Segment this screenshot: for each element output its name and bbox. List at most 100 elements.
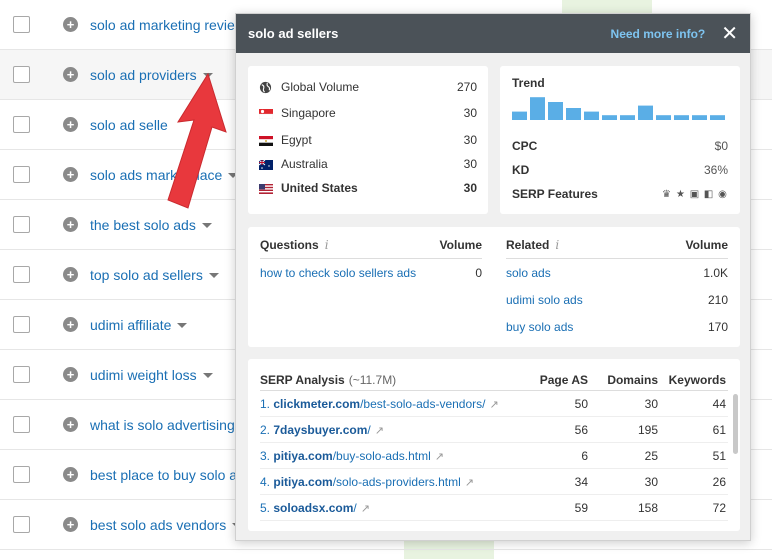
row-checkbox[interactable] bbox=[13, 166, 30, 183]
trend-bar bbox=[566, 108, 581, 120]
serp-domains: 30 bbox=[644, 474, 658, 489]
keyword-link[interactable]: solo ad marketing revie bbox=[90, 17, 235, 33]
serp-url-link[interactable]: 5. soloadsx.com/ bbox=[260, 501, 357, 515]
questions-section: Questions i Volume how to check solo sel… bbox=[260, 237, 482, 340]
serp-url-link[interactable]: 2. 7daysbuyer.com/ bbox=[260, 423, 371, 437]
keyword-link[interactable]: best place to buy solo a bbox=[90, 467, 237, 483]
popup-header: solo ad sellers Need more info? ✕ bbox=[236, 14, 750, 53]
image-icon: ◧ bbox=[703, 188, 714, 200]
add-icon[interactable]: + bbox=[63, 217, 78, 232]
keyword-link[interactable]: top solo ad sellers bbox=[90, 267, 219, 283]
trend-bar bbox=[584, 111, 599, 120]
row-checkbox[interactable] bbox=[13, 16, 30, 33]
add-icon[interactable]: + bbox=[63, 417, 78, 432]
add-icon[interactable]: + bbox=[63, 517, 78, 532]
related-section: Related i Volume solo ads 1.0K udimi solo … bbox=[506, 237, 728, 340]
related-link[interactable]: buy solo ads bbox=[506, 320, 573, 334]
add-icon[interactable]: + bbox=[63, 467, 78, 482]
trend-chart bbox=[512, 97, 725, 120]
serp-url-link[interactable]: 4. pitiya.com/solo-ads-providers.html bbox=[260, 475, 461, 489]
row-checkbox[interactable] bbox=[13, 216, 30, 233]
country-name: Singapore bbox=[281, 106, 336, 120]
serp-domains: 158 bbox=[637, 500, 658, 515]
serp-path: /solo-ads-providers.html bbox=[332, 474, 461, 489]
keyword-link[interactable]: the best solo ads bbox=[90, 217, 212, 233]
row-checkbox[interactable] bbox=[13, 366, 30, 383]
chevron-down-icon[interactable] bbox=[202, 373, 213, 379]
play-icon: ◉ bbox=[718, 188, 727, 200]
global-volume-row: Global Volume 270 bbox=[259, 76, 477, 98]
country-volume-row: Australia 30 bbox=[258, 152, 477, 176]
add-icon[interactable]: + bbox=[63, 67, 78, 82]
keyword-overview-popup: solo ad sellers Need more info? ✕ Global… bbox=[235, 13, 751, 541]
related-row: solo ads 1.0K bbox=[506, 259, 728, 286]
info-icon[interactable]: i bbox=[555, 238, 559, 252]
add-icon[interactable]: + bbox=[63, 17, 78, 32]
add-icon[interactable]: + bbox=[63, 267, 78, 282]
country-name: United States bbox=[281, 181, 358, 195]
questions-volume-header: Volume bbox=[439, 238, 482, 252]
country-volume: 30 bbox=[463, 133, 477, 147]
close-icon[interactable]: ✕ bbox=[721, 24, 738, 44]
keyword-link[interactable]: what is solo advertising bbox=[90, 417, 235, 433]
row-checkbox[interactable] bbox=[13, 116, 30, 133]
chevron-down-icon[interactable] bbox=[177, 323, 188, 329]
external-link-icon[interactable]: ↗ bbox=[361, 503, 370, 515]
questions-label: Questions bbox=[260, 238, 319, 252]
related-volume: 170 bbox=[707, 319, 728, 334]
row-checkbox[interactable] bbox=[13, 516, 30, 533]
serp-row: 2. 7daysbuyer.com/ ↗ 56 195 61 bbox=[260, 417, 728, 443]
serp-domain: pitiya.com bbox=[273, 448, 333, 463]
serp-rank: 3. bbox=[260, 448, 271, 463]
row-checkbox[interactable] bbox=[13, 416, 30, 433]
country-volume-row: Singapore 30 bbox=[258, 102, 477, 124]
external-link-icon[interactable]: ↗ bbox=[465, 477, 474, 489]
info-icon[interactable]: i bbox=[325, 238, 329, 252]
question-link[interactable]: how to check solo sellers ads bbox=[260, 266, 416, 280]
serp-keywords: 72 bbox=[712, 500, 726, 515]
add-icon[interactable]: + bbox=[63, 117, 78, 132]
country-name: Australia bbox=[281, 157, 328, 171]
row-checkbox[interactable] bbox=[13, 466, 30, 483]
serp-domain: clickmeter.com bbox=[273, 396, 361, 411]
global-volume-value: 270 bbox=[456, 80, 477, 94]
keyword-link[interactable]: udimi weight loss bbox=[90, 367, 213, 383]
add-icon[interactable]: + bbox=[63, 367, 78, 382]
external-link-icon[interactable]: ↗ bbox=[375, 425, 384, 437]
serp-page-as: 59 bbox=[574, 500, 588, 515]
country-volume: 30 bbox=[463, 181, 477, 195]
serp-scrollbar[interactable] bbox=[733, 394, 738, 454]
country-volume: 30 bbox=[463, 106, 477, 120]
serp-features-label: SERP Features bbox=[512, 187, 598, 201]
country-volume-row: United States 30 bbox=[259, 176, 477, 200]
serp-url-link[interactable]: 1. clickmeter.com/best-solo-ads-vendors/ bbox=[260, 397, 485, 411]
need-more-info-link[interactable]: Need more info? bbox=[611, 27, 706, 41]
serp-row: 1. clickmeter.com/best-solo-ads-vendors/… bbox=[260, 391, 728, 417]
related-link[interactable]: solo ads bbox=[506, 266, 551, 280]
serp-row: 3. pitiya.com/buy-solo-ads.html ↗ 6 25 51 bbox=[260, 443, 728, 469]
serp-domains: 30 bbox=[644, 396, 658, 411]
cpc-label: CPC bbox=[512, 139, 538, 153]
add-icon[interactable]: + bbox=[63, 317, 78, 332]
serp-domain: 7daysbuyer.com bbox=[273, 422, 368, 437]
serp-url-link[interactable]: 3. pitiya.com/buy-solo-ads.html bbox=[260, 449, 431, 463]
row-checkbox[interactable] bbox=[13, 66, 30, 83]
row-checkbox[interactable] bbox=[13, 266, 30, 283]
serp-features-row: SERP Features ♛ ★ ▣ ◧ ◉ bbox=[512, 182, 728, 206]
global-volume-label: Global Volume bbox=[281, 80, 360, 94]
row-checkbox[interactable] bbox=[13, 316, 30, 333]
related-link[interactable]: udimi solo ads bbox=[506, 293, 583, 307]
crown-icon: ♛ bbox=[662, 188, 671, 200]
add-icon[interactable]: + bbox=[63, 167, 78, 182]
serp-path: /buy-solo-ads.html bbox=[332, 448, 431, 463]
keyword-link[interactable]: best solo ads vendors bbox=[90, 517, 243, 533]
chevron-down-icon[interactable] bbox=[201, 223, 212, 229]
chevron-down-icon[interactable] bbox=[208, 273, 219, 279]
page-as-header: Page AS bbox=[539, 372, 588, 387]
kd-label: KD bbox=[512, 163, 530, 177]
external-link-icon[interactable]: ↗ bbox=[435, 451, 444, 463]
related-volume: 1.0K bbox=[703, 265, 728, 280]
serp-row: 4. pitiya.com/solo-ads-providers.html ↗ 34… bbox=[260, 469, 728, 495]
external-link-icon[interactable]: ↗ bbox=[489, 399, 498, 411]
keyword-link[interactable]: udimi affiliate bbox=[90, 317, 188, 333]
